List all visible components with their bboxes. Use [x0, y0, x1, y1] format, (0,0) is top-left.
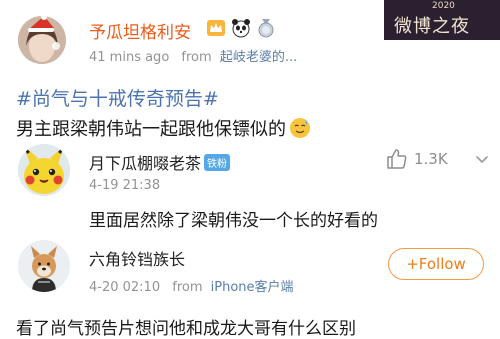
comment-1-time: 4-19 21:38 [89, 178, 161, 193]
comment-2-text: 看了尚气预告片想问他和成龙大哥有什么区别 [16, 319, 356, 339]
comment-1-header: 月下瓜棚啜老茶 铁粉 [89, 150, 231, 174]
comment-1-author[interactable]: 月下瓜棚啜老茶 [89, 150, 201, 174]
comment-2-time: 4-20 02:10 [89, 280, 161, 295]
sweat-smile-emoji-icon [290, 118, 310, 138]
commenter-avatar-1[interactable] [18, 144, 70, 196]
medal-icon [258, 19, 274, 38]
post-hashtag[interactable]: #尚气与十戒传奇预告# [16, 84, 219, 111]
follow-button[interactable]: +Follow [388, 248, 484, 280]
comment-1-text: 里面居然除了梁朝伟没一个长的好看的 [89, 211, 378, 231]
comment-1-like-count: 1.3K [414, 150, 448, 168]
watermark-text: 微博之夜 [394, 16, 470, 37]
comment-2-author[interactable]: 六角铃铛族长 [89, 246, 185, 270]
author-avatar[interactable] [18, 16, 66, 64]
post-time: 41 mins ago [89, 50, 170, 65]
post-from-label: from [181, 50, 212, 65]
watermark-logo: 2020 微博之夜 [384, 0, 500, 40]
comment-2-from-label: from [172, 280, 203, 295]
comment-1-like-button[interactable]: 1.3K [386, 148, 448, 170]
comment-2-source-link[interactable]: iPhone客户端 [211, 280, 294, 295]
more-options-icon[interactable] [474, 152, 490, 168]
post-text: 男主跟梁朝伟站一起跟他保镖似的 [16, 119, 286, 140]
author-name[interactable]: 予瓜坦格利安 [89, 18, 191, 43]
commenter-avatar-2[interactable] [18, 240, 70, 292]
post-meta: 41 mins ago from 起岐老婆的... [89, 46, 297, 65]
vip-crown-icon [207, 20, 225, 36]
comment-2-meta: 4-20 02:10 from iPhone客户端 [89, 276, 294, 295]
comment-1-fan-badge: 铁粉 [204, 153, 231, 171]
author-badges [206, 18, 276, 38]
thumbs-up-icon [387, 149, 407, 169]
watermark-year: 2020 [432, 1, 455, 11]
post-source-link[interactable]: 起岐老婆的... [220, 50, 297, 65]
post-body: 男主跟梁朝伟站一起跟他保镖似的 [16, 115, 311, 141]
panda-icon [232, 19, 250, 38]
